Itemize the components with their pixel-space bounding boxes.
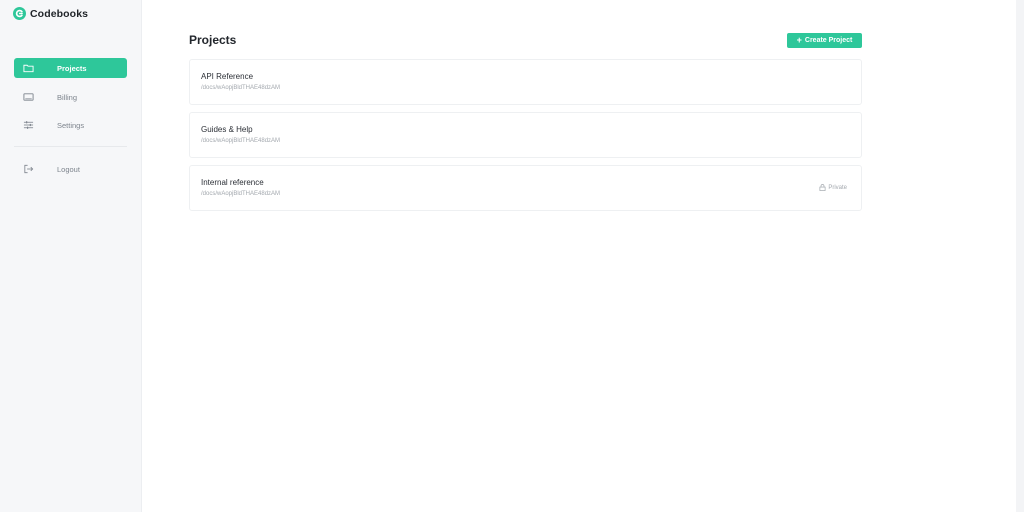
page-title: Projects — [189, 33, 237, 47]
create-project-label: Create Project — [804, 37, 853, 44]
project-card[interactable]: Guides & Help /docs/wAopjBldTHAE48dzAM — [189, 112, 862, 158]
sidebar-item-label: Billing — [57, 93, 78, 102]
project-name: Guides & Help — [201, 125, 253, 134]
sidebar: Codebooks Projects Billing Settings Logo… — [0, 0, 142, 512]
brand-name: Codebooks — [30, 7, 89, 20]
lock-icon — [819, 184, 826, 191]
sliders-icon — [23, 121, 34, 129]
brand-logo[interactable]: Codebooks — [13, 7, 88, 20]
codebooks-logo-icon — [13, 7, 26, 20]
project-name: Internal reference — [201, 178, 264, 187]
sidebar-item-settings[interactable]: Settings — [14, 115, 127, 135]
sidebar-item-projects[interactable]: Projects — [14, 58, 127, 78]
sidebar-item-label: Projects — [57, 64, 87, 73]
sidebar-item-billing[interactable]: Billing — [14, 87, 127, 107]
project-card[interactable]: API Reference /docs/wAopjBldTHAE48dzAM — [189, 59, 862, 105]
project-path: /docs/wAopjBldTHAE48dzAM — [201, 85, 281, 91]
project-name: API Reference — [201, 72, 254, 81]
private-badge: Private — [819, 184, 847, 191]
sidebar-divider — [14, 146, 127, 147]
folder-icon — [23, 64, 34, 73]
monitor-icon — [23, 93, 34, 101]
logout-icon — [24, 164, 34, 174]
sidebar-item-label: Logout — [57, 165, 80, 174]
window-edge — [1016, 0, 1024, 512]
plus-icon: + — [796, 35, 802, 45]
create-project-button[interactable]: + Create Project — [787, 33, 862, 48]
project-path: /docs/wAopjBldTHAE48dzAM — [201, 138, 281, 144]
private-badge-label: Private — [828, 184, 847, 191]
sidebar-item-label: Settings — [57, 121, 85, 130]
sidebar-item-logout[interactable]: Logout — [14, 159, 127, 179]
project-path: /docs/wAopjBldTHAE48dzAM — [201, 191, 281, 197]
project-card[interactable]: Internal reference /docs/wAopjBldTHAE48d… — [189, 165, 862, 211]
